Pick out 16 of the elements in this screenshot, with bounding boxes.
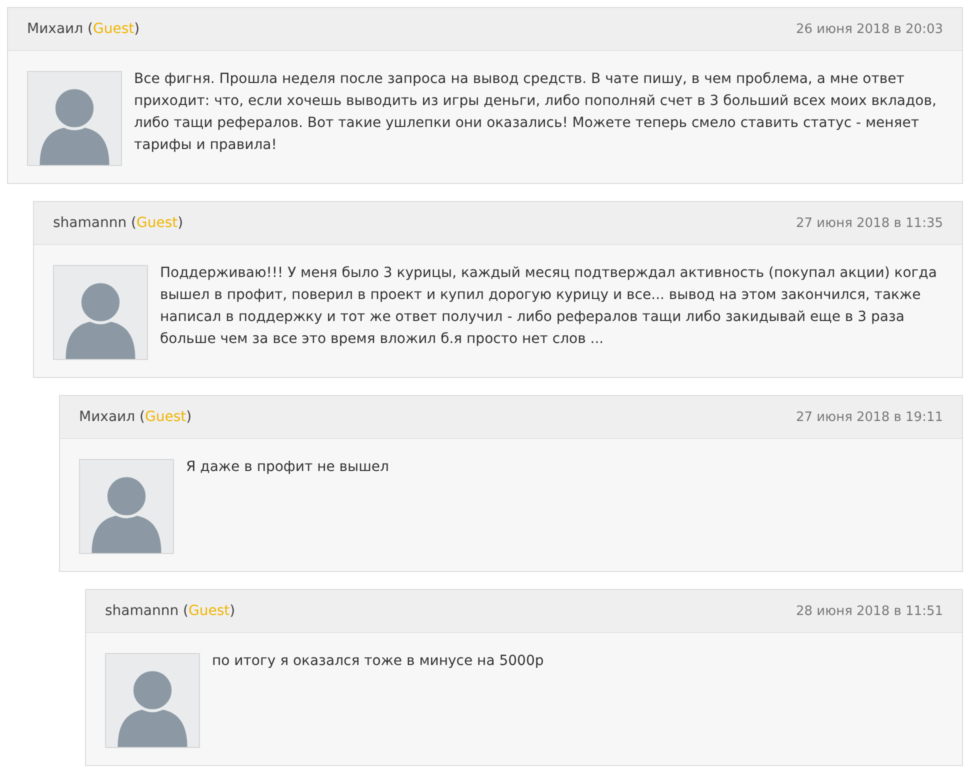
comment-author: shamannn (Guest)	[53, 214, 184, 233]
comment-date: 28 июня 2018 в 11:51	[796, 602, 943, 621]
comment-date: 26 июня 2018 в 20:03	[796, 20, 943, 39]
avatar-icon	[79, 459, 174, 554]
comment-date: 27 июня 2018 в 11:35	[796, 214, 943, 233]
comment-text: по итогу я оказался тоже в минусе на 5000р	[212, 652, 544, 671]
comment-author: shamannn (Guest)	[105, 602, 236, 621]
comment-author: Михаил (Guest)	[79, 408, 192, 427]
comment-text: Все фигня. Прошла неделя после запроса на вывод средств. В чате пишу, в чем проблема, а мне ответ приходит: что, если хочешь выводить из игры деньги, либо пополняй счет в 3 больший всех моих вкладов, либо тащи рефералов. Вот такие ушлепки они оказались! Можете теперь смело ставить статус - меняет тарифы и правила!	[134, 70, 938, 155]
avatar-icon	[105, 653, 200, 748]
comment-date: 27 июня 2018 в 19:11	[796, 408, 943, 427]
comment-text: Я даже в профит не вышел	[186, 458, 389, 477]
comment-text: Поддерживаю!!! У меня было 3 курицы, каждый месяц подтверждал активность (покупал акции) когда вышел в профит, поверил в проект и купил дорогую курицу и все... вывод на этом закончился, также написал в поддержку и тот же ответ получил - либо рефералов тащи либо закидывай еще в 3 раза больше чем за все это время вложил б.я просто нет слов ...	[160, 264, 938, 349]
avatar-icon	[27, 71, 122, 166]
comment-author: Михаил (Guest)	[27, 20, 140, 39]
avatar-icon	[53, 265, 148, 360]
